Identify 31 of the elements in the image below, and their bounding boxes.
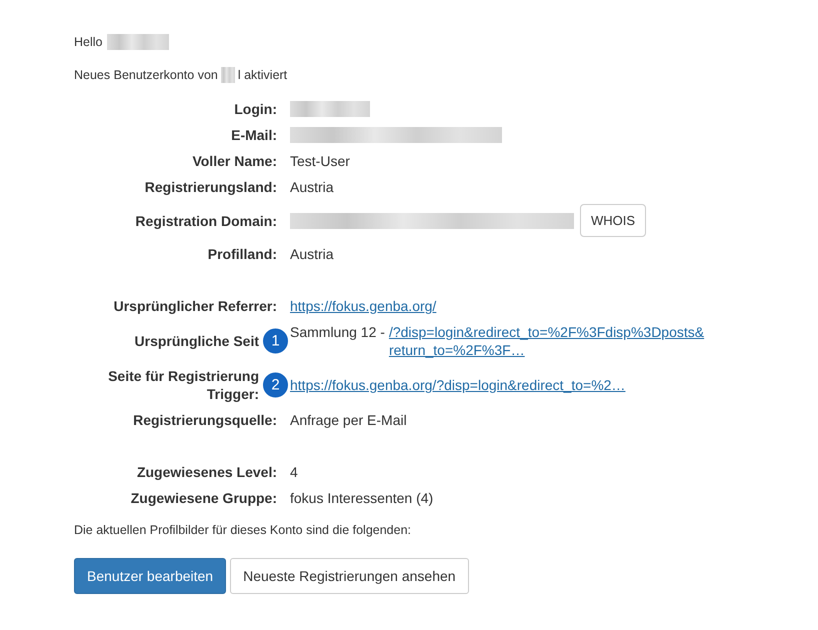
link[interactable]: https://fokus.genba.org/?disp=login&redirect_to=%2… [290, 376, 626, 394]
field-label: Registrierungsquelle: [133, 412, 277, 428]
field-label: Voller Name: [192, 153, 277, 169]
field-value: Austria [290, 178, 334, 196]
field-label: E-Mail: [231, 127, 277, 143]
info-text: Die aktuellen Profilbilder für dieses Konto sind die folgenden: [74, 523, 412, 537]
field-value: Anfrage per E-Mail [290, 411, 407, 429]
whois-button[interactable]: WHOIS [580, 204, 646, 237]
field-value: Test-User [290, 152, 350, 170]
field-label: Ursprüngliche Seit [134, 332, 259, 350]
field-label: Registration Domain: [135, 212, 277, 228]
page-title-text: Sammlung 12 - [290, 323, 385, 341]
notice-text: l aktiviert [238, 67, 288, 84]
field-label: Zugewiesenes Level: [136, 464, 277, 480]
field-label: Seite für Registrierung Trigger: [108, 367, 259, 403]
field-label: Registrierungsland: [144, 179, 277, 195]
field-value: fokus Interessenten (4) [290, 489, 434, 507]
greeting-text: Hello [74, 34, 102, 51]
field-label: Zugewiesene Gruppe: [130, 490, 277, 506]
field-label: Ursprünglicher Referrer: [114, 298, 277, 314]
link[interactable]: /?disp=login&redirect_to=%2F%3Fdisp%3Dposts& return_to=%2F%3F… [388, 323, 704, 359]
number-badge: 2 [262, 372, 289, 398]
notice-text: Neues Benutzerkonto von [74, 67, 218, 84]
field-label: Profilland: [208, 246, 277, 262]
field-label: Login: [234, 101, 277, 117]
number-badge: 1 [262, 328, 289, 354]
field-value: 4 [290, 463, 298, 481]
registrations-button[interactable]: Neueste Registrierungen ansehen [230, 558, 469, 594]
edit-user-button[interactable]: Benutzer bearbeiten [74, 558, 226, 594]
field-value: Austria [290, 245, 334, 263]
link[interactable]: https://fokus.genba.org/ [290, 297, 436, 315]
